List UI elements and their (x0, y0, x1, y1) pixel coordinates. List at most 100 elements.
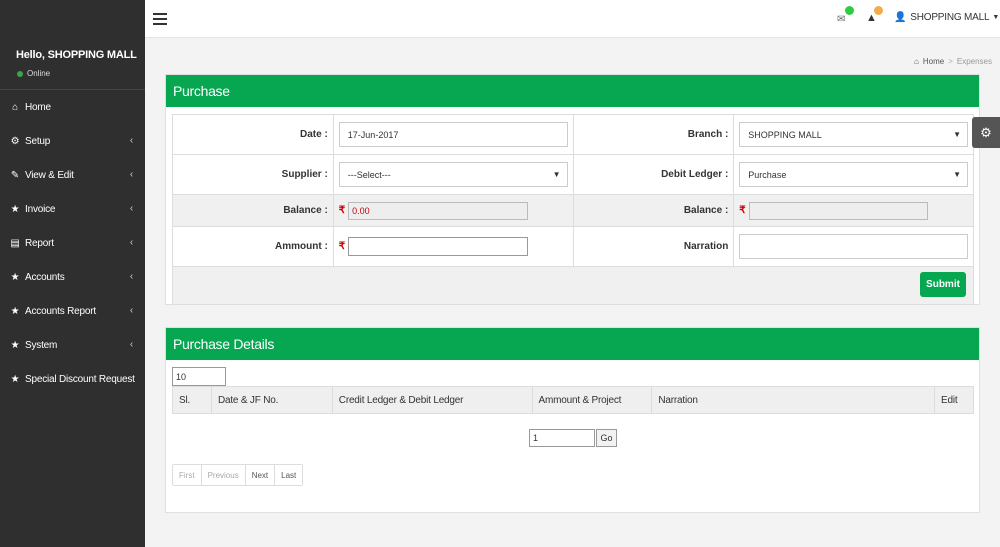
sidebar-item-special-discount-request[interactable]: ★ Special Discount Request (0, 362, 145, 396)
supplier-label: Supplier : (172, 154, 334, 195)
sidebar-item-accounts[interactable]: ★ Accounts ‹ (0, 260, 145, 294)
chevron-left-icon: ‹ (129, 135, 133, 146)
chevron-left-icon: ‹ (129, 203, 133, 214)
page-goto: 1 Go (529, 429, 617, 447)
dropdown-arrow-icon: ▼ (552, 170, 561, 179)
balance2-label: Balance : (572, 194, 735, 227)
date-input[interactable]: 17-Jun-2017 (338, 122, 568, 147)
star-icon: ★ (10, 373, 20, 385)
hamburger-menu-icon[interactable] (153, 13, 167, 28)
sidebar-item-report[interactable]: ▤ Report ‹ (0, 226, 145, 260)
column-header-edit[interactable]: Edit (933, 386, 975, 414)
user-menu[interactable]: 👤 SHOPPING MALL ▼ (894, 12, 999, 23)
caret-down-icon: ▼ (992, 14, 1000, 21)
breadcrumb-current: Expenses (956, 57, 992, 66)
supplier-select[interactable]: ---Select--- ▼ (338, 162, 568, 187)
star-icon: ★ (10, 203, 20, 215)
user-name: SHOPPING MALL (910, 12, 990, 23)
sidebar-item-label: Invoice (25, 203, 56, 215)
rupee-icon: ₹ (338, 205, 346, 216)
sidebar-item-home[interactable]: ⌂ Home (0, 90, 145, 124)
amount-input[interactable] (348, 237, 528, 256)
chevron-left-icon: ‹ (129, 339, 133, 350)
column-header-amount[interactable]: Ammount & Project (531, 386, 653, 414)
branch-label: Branch : (572, 114, 735, 155)
chevron-left-icon: ‹ (129, 271, 133, 282)
rupee-icon: ₹ (338, 241, 346, 252)
sidebar-item-label: View & Edit (25, 169, 74, 181)
pager-next-button[interactable]: Next (245, 465, 276, 485)
breadcrumb-separator: > (948, 57, 953, 66)
sidebar-menu: ⌂ Home ⚙ Setup ‹ ✎ View & Edit ‹ ★ Invoi… (0, 89, 145, 396)
cogs-icon: ⚙ (10, 135, 20, 147)
date-label: Date : (172, 114, 334, 155)
balance2-field (748, 201, 928, 220)
sidebar-item-invoice[interactable]: ★ Invoice ‹ (0, 192, 145, 226)
top-bar: ✉ ▲ 👤 SHOPPING MALL ▼ (145, 0, 1000, 38)
balance-field: 0.00 (348, 201, 528, 220)
dropdown-arrow-icon: ▼ (953, 130, 961, 139)
sidebar-item-label: System (25, 339, 58, 351)
mail-notification-badge (845, 6, 854, 15)
settings-gear-icon[interactable]: ⚙ (972, 117, 1000, 148)
table-header-row: Sl. Date & JF No. Credit Ledger & Debit … (172, 386, 975, 414)
file-icon: ▤ (10, 237, 20, 249)
pager-first-button[interactable]: First (173, 465, 202, 485)
sidebar-item-label: Setup (25, 135, 51, 147)
star-icon: ★ (10, 339, 20, 351)
greeting: Hello, SHOPPING MALL (16, 49, 137, 61)
balance-label: Balance : (172, 194, 334, 227)
sidebar-item-label: Accounts Report (25, 305, 96, 317)
edit-icon: ✎ (10, 169, 20, 181)
chevron-left-icon: ‹ (129, 305, 133, 316)
pagination: First Previous Next Last (172, 464, 304, 486)
go-button[interactable]: Go (596, 429, 617, 447)
alert-notification-badge (874, 6, 883, 15)
purchase-panel: Purchase Date : 17-Jun-2017 Branch : SHO… (165, 74, 980, 305)
pager-previous-button[interactable]: Previous (201, 465, 246, 485)
online-status: Online (17, 69, 50, 78)
branch-select[interactable]: SHOPPING MALL ▼ (739, 122, 968, 147)
rupee-icon: ₹ (739, 205, 746, 216)
chevron-left-icon: ‹ (129, 237, 133, 248)
chevron-left-icon: ‹ (129, 169, 133, 180)
breadcrumb-home[interactable]: Home (923, 57, 944, 66)
sidebar-item-label: Report (25, 237, 54, 249)
column-header-narration[interactable]: Narration (651, 386, 935, 414)
sidebar-item-label: Home (25, 101, 51, 113)
page-number-input[interactable]: 1 (529, 429, 595, 447)
sidebar-item-label: Special Discount Request (25, 373, 135, 385)
purchase-form: Date : 17-Jun-2017 Branch : SHOPPING MAL… (172, 114, 974, 305)
debit-ledger-label: Debit Ledger : (572, 154, 735, 195)
supplier-value: ---Select--- (347, 169, 391, 180)
sidebar-item-label: Accounts (25, 271, 65, 283)
submit-button[interactable]: Submit (920, 272, 966, 297)
narration-input[interactable] (739, 234, 968, 259)
column-header-ledger[interactable]: Credit Ledger & Debit Ledger (331, 386, 533, 414)
home-icon: ⌂ (12, 101, 18, 113)
sidebar-item-view-edit[interactable]: ✎ View & Edit ‹ (0, 158, 145, 192)
sidebar: Hello, SHOPPING MALL Online ⌂ Home ⚙ Set… (0, 0, 145, 547)
star-icon: ★ (10, 305, 20, 317)
breadcrumb: ⌂ Home > Expenses (914, 57, 992, 66)
purchase-details-title: Purchase Details (166, 328, 979, 360)
sidebar-item-accounts-report[interactable]: ★ Accounts Report ‹ (0, 294, 145, 328)
purchase-details-panel: Purchase Details 10 Sl. Date & JF No. Cr… (165, 327, 980, 513)
amount-label: Ammount : (172, 226, 334, 267)
narration-label: Narration (572, 226, 735, 267)
dropdown-arrow-icon: ▼ (953, 170, 961, 179)
sidebar-item-system[interactable]: ★ System ‹ (0, 328, 145, 362)
purchase-panel-title: Purchase (166, 75, 979, 107)
star-icon: ★ (10, 271, 20, 283)
mail-icon[interactable]: ✉ (837, 14, 845, 25)
home-icon: ⌂ (914, 57, 919, 66)
column-header-sl[interactable]: Sl. (172, 386, 212, 414)
user-icon: 👤 (894, 12, 907, 23)
pager-last-button[interactable]: Last (275, 465, 303, 485)
online-dot-icon (17, 70, 23, 77)
column-header-date[interactable]: Date & JF No. (210, 386, 333, 414)
page-size-input[interactable]: 10 (172, 367, 226, 386)
status-label: Online (27, 69, 51, 78)
debit-ledger-select[interactable]: Purchase ▼ (739, 162, 968, 187)
sidebar-item-setup[interactable]: ⚙ Setup ‹ (0, 124, 145, 158)
